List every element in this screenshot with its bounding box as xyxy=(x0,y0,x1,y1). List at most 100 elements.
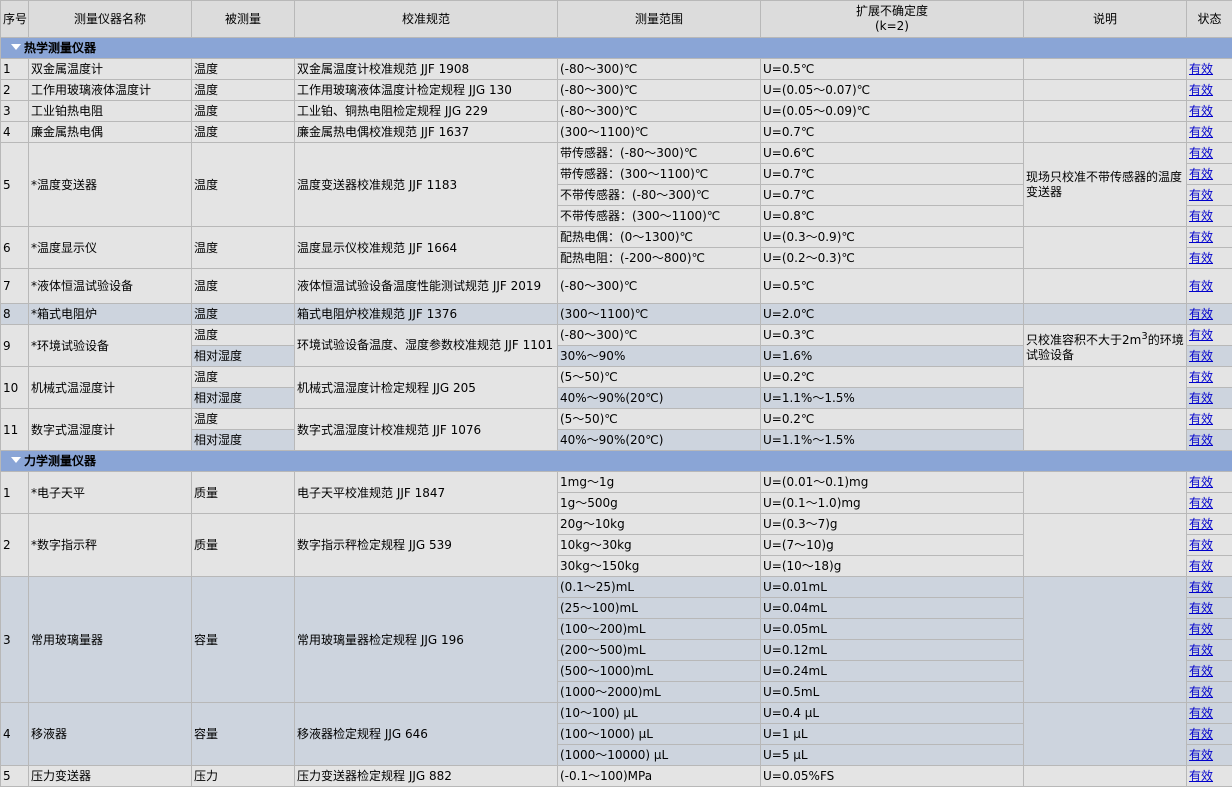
table-row: 5 压力变送器 压力 压力变送器检定规程 JJG 882 (-0.1～100)M… xyxy=(0,765,1232,787)
cell-no: 11 xyxy=(0,408,29,451)
group-row-thermal[interactable]: 热学测量仪器 xyxy=(0,37,1232,59)
cell-uncertainty: U=0.05%FS xyxy=(760,765,1024,787)
cell-name: *温度显示仪 xyxy=(28,226,192,269)
cell-spec: 移液器检定规程 JJG 646 xyxy=(294,702,558,766)
status-link[interactable]: 有效 xyxy=(1189,580,1213,594)
status-link[interactable]: 有效 xyxy=(1189,307,1213,321)
status-link[interactable]: 有效 xyxy=(1189,349,1213,363)
cell-no: 2 xyxy=(0,513,29,577)
table-row: 11 数字式温湿度计 温度 数字式温湿度计校准规范 JJF 1076 (5～50… xyxy=(0,408,1232,451)
cell-range: (-80～300)℃ xyxy=(557,58,761,80)
status-link[interactable]: 有效 xyxy=(1189,643,1213,657)
status-link[interactable]: 有效 xyxy=(1189,664,1213,678)
cell-measurand: 温度 xyxy=(191,226,295,269)
table-row: 8 *箱式电阻炉 温度 箱式电阻炉校准规范 JJF 1376 (300～1100… xyxy=(0,303,1232,325)
cell-note: 只校准容积不大于2m3的环境试验设备 xyxy=(1023,324,1187,367)
status-link[interactable]: 有效 xyxy=(1189,279,1213,293)
table-row: 3 常用玻璃量器 容量 常用玻璃量器检定规程 JJG 196 (0.1～25)m… xyxy=(0,576,1232,703)
status-link[interactable]: 有效 xyxy=(1189,370,1213,384)
cell-note xyxy=(1023,303,1187,325)
cell-no: 3 xyxy=(0,100,29,122)
status-link[interactable]: 有效 xyxy=(1189,146,1213,160)
col-header-status: 状态 xyxy=(1186,0,1232,38)
cell-note xyxy=(1023,513,1187,577)
cell-range: (100～200)mL xyxy=(557,618,761,640)
status-link[interactable]: 有效 xyxy=(1189,209,1213,223)
cell-no: 7 xyxy=(0,268,29,304)
cell-no: 10 xyxy=(0,366,29,409)
status-link[interactable]: 有效 xyxy=(1189,685,1213,699)
cell-no: 1 xyxy=(0,471,29,514)
status-link[interactable]: 有效 xyxy=(1189,83,1213,97)
status-link[interactable]: 有效 xyxy=(1189,769,1213,783)
cell-spec: 温度显示仪校准规范 JJF 1664 xyxy=(294,226,558,269)
status-link[interactable]: 有效 xyxy=(1189,62,1213,76)
cell-uncertainty: U=(0.05～0.09)℃ xyxy=(760,100,1024,122)
col-header-note: 说明 xyxy=(1023,0,1187,38)
group-title: 热学测量仪器 xyxy=(24,41,97,55)
cell-uncertainty: U=0.3℃ xyxy=(760,324,1024,346)
status-link[interactable]: 有效 xyxy=(1189,475,1213,489)
status-link[interactable]: 有效 xyxy=(1189,104,1213,118)
cell-note: 现场只校准不带传感器的温度变送器 xyxy=(1023,142,1187,227)
cell-measurand: 温度 xyxy=(191,100,295,122)
cell-range: 10kg～30kg xyxy=(557,534,761,556)
cell-spec: 箱式电阻炉校准规范 JJF 1376 xyxy=(294,303,558,325)
col-header-uncertainty: 扩展不确定度 (k=2) xyxy=(760,0,1024,38)
cell-uncertainty: U=5 μL xyxy=(760,744,1024,766)
status-link[interactable]: 有效 xyxy=(1189,748,1213,762)
cell-no: 6 xyxy=(0,226,29,269)
group-row-mechanical[interactable]: 力学测量仪器 xyxy=(0,450,1232,472)
status-link[interactable]: 有效 xyxy=(1189,601,1213,615)
status-link[interactable]: 有效 xyxy=(1189,727,1213,741)
cell-no: 9 xyxy=(0,324,29,367)
cell-range: (300～1100)℃ xyxy=(557,121,761,143)
status-link[interactable]: 有效 xyxy=(1189,328,1213,342)
cell-name: 双金属温度计 xyxy=(28,58,192,80)
status-link[interactable]: 有效 xyxy=(1189,230,1213,244)
cell-note xyxy=(1023,226,1187,269)
status-link[interactable]: 有效 xyxy=(1189,167,1213,181)
cell-range: 带传感器：(300～1100)℃ xyxy=(557,163,761,185)
status-link[interactable]: 有效 xyxy=(1189,412,1213,426)
cell-measurand: 温度 xyxy=(191,303,295,325)
cell-measurand: 温度 xyxy=(191,79,295,101)
collapse-triangle-icon[interactable] xyxy=(11,44,21,50)
status-link[interactable]: 有效 xyxy=(1189,622,1213,636)
cell-measurand: 质量 xyxy=(191,513,295,577)
cell-note xyxy=(1023,765,1187,787)
status-link[interactable]: 有效 xyxy=(1189,706,1213,720)
cell-uncertainty: U=0.2℃ xyxy=(760,408,1024,430)
cell-uncertainty: U=0.4 μL xyxy=(760,702,1024,724)
status-link[interactable]: 有效 xyxy=(1189,517,1213,531)
cell-spec: 电子天平校准规范 JJF 1847 xyxy=(294,471,558,514)
cell-no: 5 xyxy=(0,142,29,227)
cell-spec: 温度变送器校准规范 JJF 1183 xyxy=(294,142,558,227)
status-link[interactable]: 有效 xyxy=(1189,559,1213,573)
collapse-triangle-icon[interactable] xyxy=(11,457,21,463)
cell-measurand: 压力 xyxy=(191,765,295,787)
status-link[interactable]: 有效 xyxy=(1189,251,1213,265)
cell-range: 30kg～150kg xyxy=(557,555,761,577)
table-header-row: 序号 测量仪器名称 被测量 校准规范 测量范围 扩展不确定度 (k=2) 说明 状… xyxy=(0,0,1232,38)
cell-uncertainty: U=0.24mL xyxy=(760,660,1024,682)
cell-range: 1mg～1g xyxy=(557,471,761,493)
col-header-range: 测量范围 xyxy=(557,0,761,38)
status-link[interactable]: 有效 xyxy=(1189,496,1213,510)
status-link[interactable]: 有效 xyxy=(1189,433,1213,447)
status-link[interactable]: 有效 xyxy=(1189,125,1213,139)
status-link[interactable]: 有效 xyxy=(1189,538,1213,552)
cell-name: 工作用玻璃液体温度计 xyxy=(28,79,192,101)
cell-measurand: 温度 xyxy=(191,121,295,143)
cell-range: (25～100)mL xyxy=(557,597,761,619)
cell-range: (-80～300)℃ xyxy=(557,324,761,346)
status-link[interactable]: 有效 xyxy=(1189,391,1213,405)
cell-uncertainty: U=0.01mL xyxy=(760,576,1024,598)
cell-range: (1000～2000)mL xyxy=(557,681,761,703)
cell-note xyxy=(1023,408,1187,451)
cell-range: 40%～90%(20℃) xyxy=(557,429,761,451)
cell-uncertainty: U=2.0℃ xyxy=(760,303,1024,325)
status-link[interactable]: 有效 xyxy=(1189,188,1213,202)
cell-measurand: 相对湿度 xyxy=(191,345,295,367)
cell-range: 不带传感器：(300～1100)℃ xyxy=(557,205,761,227)
